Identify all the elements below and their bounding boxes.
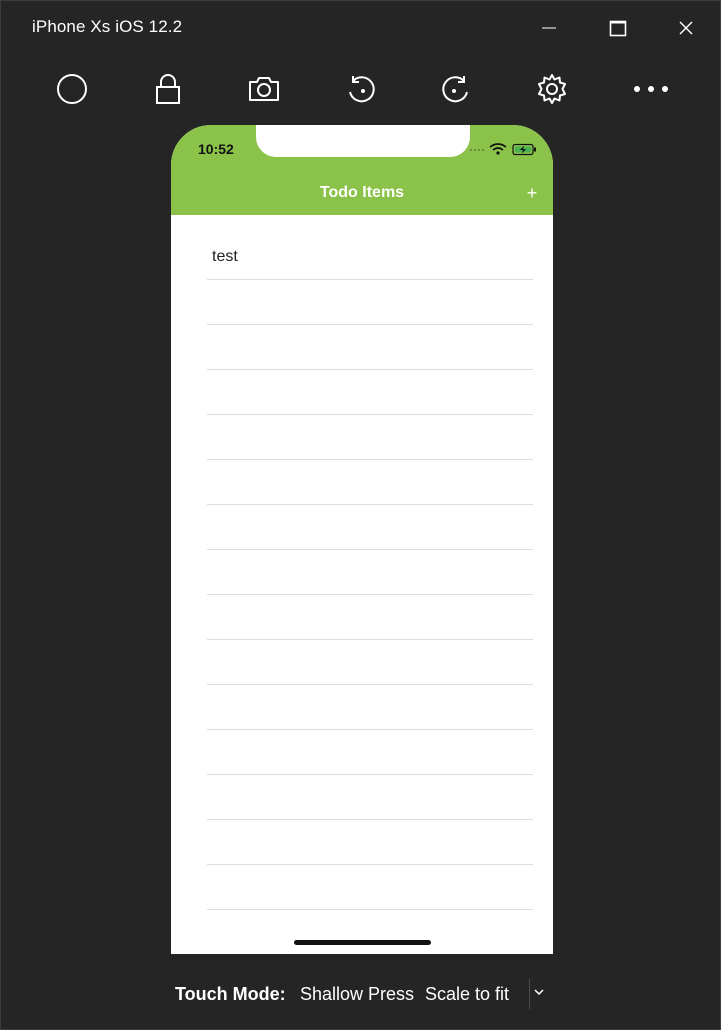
status-icons: [470, 143, 536, 156]
home-circle-icon: [57, 74, 87, 104]
list-item[interactable]: [207, 370, 533, 415]
list-item[interactable]: [207, 280, 533, 325]
rotate-left-button[interactable]: [339, 67, 383, 111]
scale-divider: [529, 979, 530, 1009]
minimize-icon: [542, 27, 556, 29]
scale-select[interactable]: Scale to fit: [425, 984, 509, 1005]
close-button[interactable]: [666, 11, 706, 45]
maximize-icon: [609, 20, 627, 37]
simulator-window: iPhone Xs iOS 12.2 10:52 Todo Items + te…: [0, 0, 721, 1030]
list-item[interactable]: [207, 415, 533, 460]
list-item[interactable]: test: [207, 235, 533, 280]
list-item[interactable]: [207, 910, 533, 954]
rotate-right-icon: [442, 76, 468, 103]
list-item[interactable]: [207, 865, 533, 910]
lock-icon: [156, 74, 180, 104]
more-button[interactable]: [629, 67, 673, 111]
bottom-bar: Touch Mode: Shallow Press Scale to fit: [1, 973, 720, 1013]
list-item[interactable]: [207, 460, 533, 505]
window-title: iPhone Xs iOS 12.2: [32, 17, 183, 36]
navigation-bar: 10:52 Todo Items +: [171, 125, 553, 215]
home-button[interactable]: [50, 67, 94, 111]
list-item[interactable]: [207, 595, 533, 640]
more-icon: [634, 86, 668, 92]
screenshot-button[interactable]: [242, 67, 286, 111]
list-item[interactable]: [207, 730, 533, 775]
touch-mode-label: Touch Mode:: [175, 984, 286, 1004]
phone-screen[interactable]: 10:52 Todo Items + test: [171, 125, 553, 954]
chevron-down-icon[interactable]: [532, 985, 546, 999]
list-item[interactable]: [207, 640, 533, 685]
list-item[interactable]: [207, 550, 533, 595]
list-item[interactable]: [207, 505, 533, 550]
lock-button[interactable]: [146, 67, 190, 111]
home-indicator[interactable]: [294, 940, 431, 945]
status-time: 10:52: [198, 141, 234, 157]
touch-mode-value[interactable]: Shallow Press: [300, 984, 414, 1005]
signal-icon: [470, 149, 484, 151]
close-icon: [679, 21, 693, 35]
list-item[interactable]: [207, 325, 533, 370]
title-bar: iPhone Xs iOS 12.2: [1, 1, 720, 55]
list-item-label: test: [212, 248, 238, 265]
list-item[interactable]: [207, 685, 533, 730]
device-notch: [256, 125, 470, 157]
settings-button[interactable]: [530, 67, 574, 111]
maximize-button[interactable]: [598, 11, 638, 45]
battery-icon: [512, 143, 536, 156]
rotate-left-icon: [349, 76, 375, 103]
gear-icon: [538, 74, 566, 104]
camera-icon: [249, 77, 279, 101]
wifi-icon: [489, 143, 507, 151]
list-item[interactable]: [207, 820, 533, 865]
list-item[interactable]: [207, 775, 533, 820]
minimize-button[interactable]: [529, 11, 569, 45]
todo-list: test: [207, 235, 533, 954]
page-title: Todo Items: [319, 184, 405, 201]
rotate-right-button[interactable]: [434, 67, 478, 111]
add-item-button[interactable]: +: [522, 182, 542, 204]
